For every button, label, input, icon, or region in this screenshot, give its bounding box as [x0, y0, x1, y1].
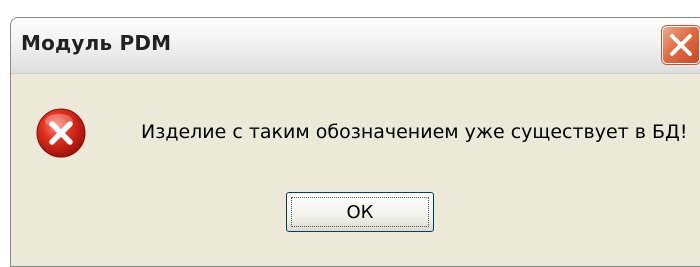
dialog-body: Изделие с таким обозначением уже существ…: [11, 74, 700, 266]
close-icon: [670, 34, 692, 56]
message-dialog: Модуль PDM Изделие с таким обозначением …: [10, 17, 700, 267]
title-bar[interactable]: Модуль PDM: [11, 18, 700, 74]
error-message: Изделие с таким обозначением уже существ…: [141, 121, 688, 143]
error-icon: [36, 108, 86, 158]
window-title: Модуль PDM: [21, 31, 172, 55]
close-button[interactable]: [662, 26, 700, 64]
focus-rectangle: [291, 197, 429, 227]
ok-button[interactable]: ОК: [286, 192, 434, 232]
